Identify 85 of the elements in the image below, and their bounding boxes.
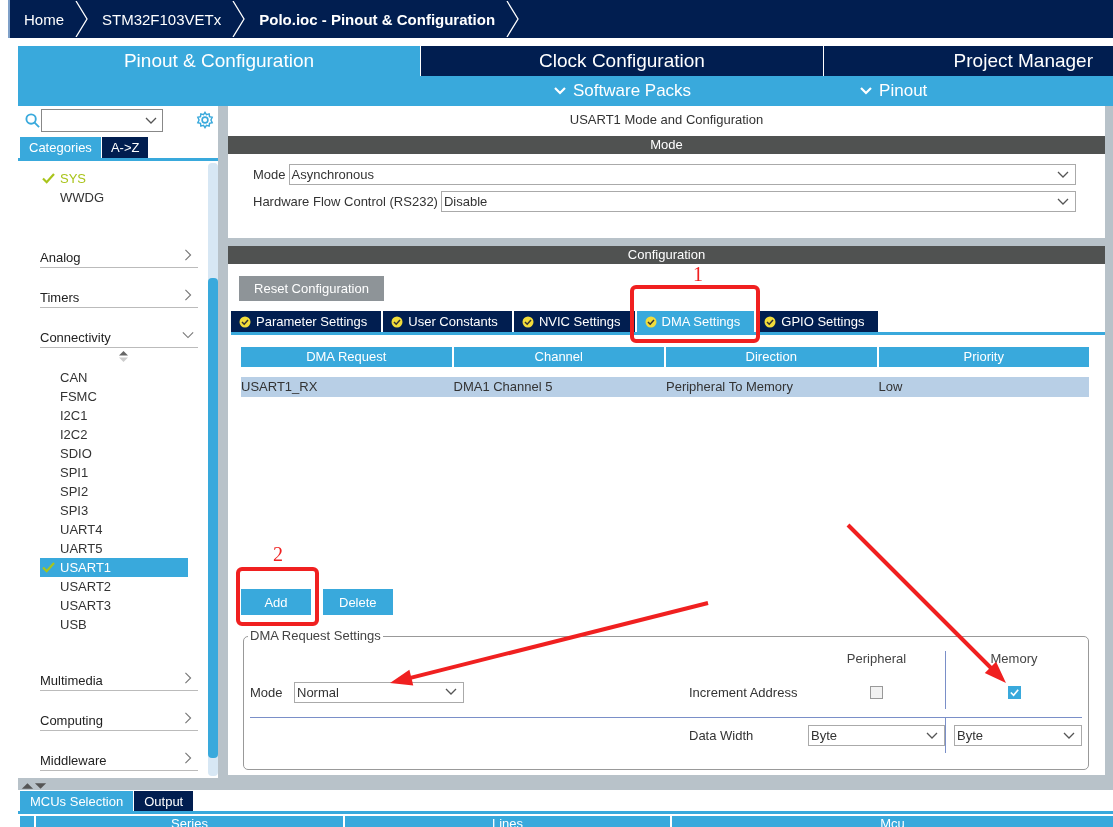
chevron-down-icon: [1057, 197, 1069, 206]
field-label: Increment Address: [689, 683, 799, 702]
category-item[interactable]: Computing: [40, 704, 198, 731]
column-header: Priority: [878, 347, 1089, 367]
peripheral-item[interactable]: SPI2: [40, 482, 188, 501]
peripheral-item[interactable]: FSMC: [40, 387, 188, 406]
checkbox[interactable]: [870, 685, 883, 699]
check-circle-icon: [644, 315, 657, 328]
peripheral-item[interactable]: WWDG: [40, 188, 188, 207]
view-tab[interactable]: A->Z: [101, 137, 149, 158]
chevron-right-icon: [182, 752, 194, 764]
search-icon[interactable]: [25, 112, 40, 128]
column-header: Direction: [666, 347, 877, 367]
group-title: DMA Request Settings: [248, 628, 383, 643]
check-icon: [42, 562, 55, 573]
category-item[interactable]: Timers: [40, 281, 198, 308]
main-tab[interactable]: Project Manager: [823, 46, 1113, 76]
checkbox[interactable]: [1007, 685, 1021, 699]
chevron-down-icon: [553, 86, 567, 96]
main-tab[interactable]: Clock Configuration: [420, 46, 823, 76]
chevron-down-icon: [445, 688, 457, 696]
dropdown[interactable]: Normal: [294, 681, 464, 703]
peripheral-item[interactable]: SDIO: [40, 444, 188, 463]
table-cell-text: Low: [878, 378, 904, 396]
category-item[interactable]: Analog: [40, 241, 198, 268]
chevron-down-icon: [1057, 170, 1069, 179]
dropdown[interactable]: Disable: [440, 191, 1076, 212]
settings-icon[interactable]: [196, 111, 214, 129]
section-header: Configuration: [228, 246, 1105, 264]
peripheral-item[interactable]: SPI1: [40, 463, 188, 482]
field-label: Data Width: [689, 726, 755, 745]
chevron-down-icon: [1063, 731, 1075, 740]
chevron-right-icon: [182, 712, 194, 724]
peripheral-item[interactable]: CAN: [40, 368, 188, 387]
field-label: Hardware Flow Control (RS232): [253, 194, 438, 209]
settings-tab[interactable]: NVIC Settings: [513, 311, 635, 332]
chevron-right-icon: [182, 672, 194, 684]
table-cell-text: DMA1 Channel 5: [453, 378, 554, 396]
field-label: Mode: [253, 167, 286, 182]
collapse-arrows-icon[interactable]: [20, 781, 48, 789]
step-number: 1: [693, 263, 703, 285]
peripheral-item[interactable]: UART4: [40, 520, 188, 539]
field-label: Mode: [250, 683, 284, 702]
peripheral-item[interactable]: USART2: [40, 577, 188, 596]
table-cell-text: USART1_RX: [241, 378, 319, 396]
step-number: 2: [273, 543, 283, 565]
bottom-tab[interactable]: Output: [134, 791, 194, 811]
category-item[interactable]: Multimedia: [40, 664, 198, 691]
check-circle-icon: [764, 315, 777, 328]
scrollbar[interactable]: [208, 163, 218, 776]
chevron-down-icon: [926, 731, 938, 740]
column-header: DMA Request: [241, 347, 452, 367]
peripheral-item[interactable]: USART3: [40, 596, 188, 615]
check-icon: [1008, 686, 1020, 698]
check-circle-icon: [391, 315, 404, 328]
peripheral-item[interactable]: USB: [40, 615, 188, 634]
settings-tab[interactable]: Parameter Settings: [231, 311, 382, 332]
peripheral-item[interactable]: I2C1: [40, 406, 188, 425]
chevron-down-icon: [182, 329, 194, 341]
column-header: Channel: [453, 347, 664, 367]
peripheral-item[interactable]: SPI3: [40, 501, 188, 520]
search-field[interactable]: [41, 108, 163, 132]
dropdown[interactable]: Asynchronous: [288, 164, 1076, 185]
breadcrumb-item[interactable]: Home: [10, 0, 88, 38]
check-circle-icon: [239, 315, 251, 328]
category-item[interactable]: Connectivity: [40, 321, 198, 348]
sort-icon[interactable]: [118, 351, 128, 362]
dropdown[interactable]: Byte: [808, 725, 945, 746]
table-cell-text: Peripheral To Memory: [666, 378, 794, 396]
breadcrumb-item[interactable]: Polo.ioc - Pinout & Configuration: [245, 0, 520, 38]
breadcrumb-item[interactable]: STM32F103VETx: [88, 0, 246, 38]
check-icon: [42, 173, 55, 184]
chevron-down-icon: [145, 116, 157, 125]
column-heading: Peripheral: [845, 651, 908, 668]
peripheral-item[interactable]: UART5: [40, 539, 188, 558]
chevron-right-icon: [182, 249, 194, 261]
category-item[interactable]: Middleware: [40, 744, 198, 771]
check-circle-icon: [521, 315, 534, 328]
settings-tab[interactable]: User Constants: [383, 311, 512, 332]
section-header: Mode: [228, 136, 1105, 154]
dropdown[interactable]: Byte: [954, 725, 1082, 746]
panel-title: USART1 Mode and Configuration: [568, 111, 765, 129]
chevron-down-icon: [859, 86, 874, 96]
chevron-right-icon: [182, 289, 194, 301]
peripheral-item[interactable]: I2C2: [40, 425, 188, 444]
